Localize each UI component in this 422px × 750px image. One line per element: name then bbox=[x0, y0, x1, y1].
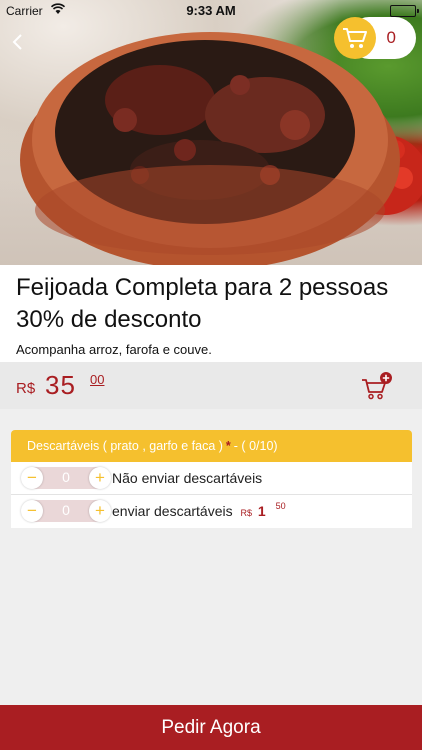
quantity-value: 0 bbox=[62, 502, 70, 518]
quantity-stepper: − 0 + bbox=[21, 467, 111, 489]
decrement-button[interactable]: − bbox=[21, 467, 43, 489]
product-info: Feijoada Completa para 2 pessoas 30% de … bbox=[0, 265, 422, 362]
disposables-options: Descartáveis ( prato , garfo e faca ) * … bbox=[11, 430, 412, 528]
option-row: − 0 + Não enviar descartáveis bbox=[11, 462, 412, 495]
quantity-value: 0 bbox=[62, 469, 70, 485]
option-row: − 0 + enviar descartáveis R$ 1 50 bbox=[11, 495, 412, 528]
clock: 9:33 AM bbox=[186, 3, 236, 18]
price-integer: 35 bbox=[45, 370, 76, 400]
add-to-cart-icon bbox=[362, 372, 392, 400]
cart-icon bbox=[334, 17, 376, 59]
order-now-button[interactable]: Pedir Agora bbox=[0, 705, 422, 750]
cart-count: 0 bbox=[386, 28, 396, 47]
option-label-with-price: enviar descartáveis R$ 1 50 bbox=[112, 501, 286, 519]
header-cart-button[interactable]: 0 bbox=[334, 17, 416, 59]
option-label-text: enviar descartáveis bbox=[112, 503, 233, 519]
battery-icon bbox=[390, 5, 419, 17]
product-title: Feijoada Completa para 2 pessoas 30% de … bbox=[16, 274, 389, 333]
quantity-stepper: − 0 + bbox=[21, 500, 111, 522]
options-header: Descartáveis ( prato , garfo e faca ) * … bbox=[11, 430, 412, 462]
increment-button[interactable]: + bbox=[89, 500, 111, 522]
option-price-currency: R$ bbox=[240, 508, 253, 518]
status-bar: Carrier 9:33 AM bbox=[0, 0, 422, 22]
options-counter: - ( 0/10) bbox=[233, 439, 278, 453]
price-bar: R$ 35 00 bbox=[0, 362, 422, 409]
option-price-integer: 1 bbox=[257, 503, 266, 519]
add-to-cart-button[interactable] bbox=[360, 371, 394, 401]
back-arrow-icon bbox=[12, 34, 22, 50]
price-currency: R$ bbox=[16, 380, 36, 397]
price-cents: 00 bbox=[90, 372, 105, 387]
increment-button[interactable]: + bbox=[89, 467, 111, 489]
option-price-cents: 50 bbox=[275, 501, 286, 511]
back-button[interactable] bbox=[8, 32, 28, 52]
option-label: Não enviar descartáveis bbox=[112, 470, 263, 486]
required-marker: * bbox=[225, 439, 231, 453]
decrement-button[interactable]: − bbox=[21, 500, 43, 522]
options-header-label: Descartáveis ( prato , garfo e faca ) bbox=[27, 439, 223, 453]
product-description: Acompanha arroz, farofa e couve. bbox=[16, 342, 212, 357]
